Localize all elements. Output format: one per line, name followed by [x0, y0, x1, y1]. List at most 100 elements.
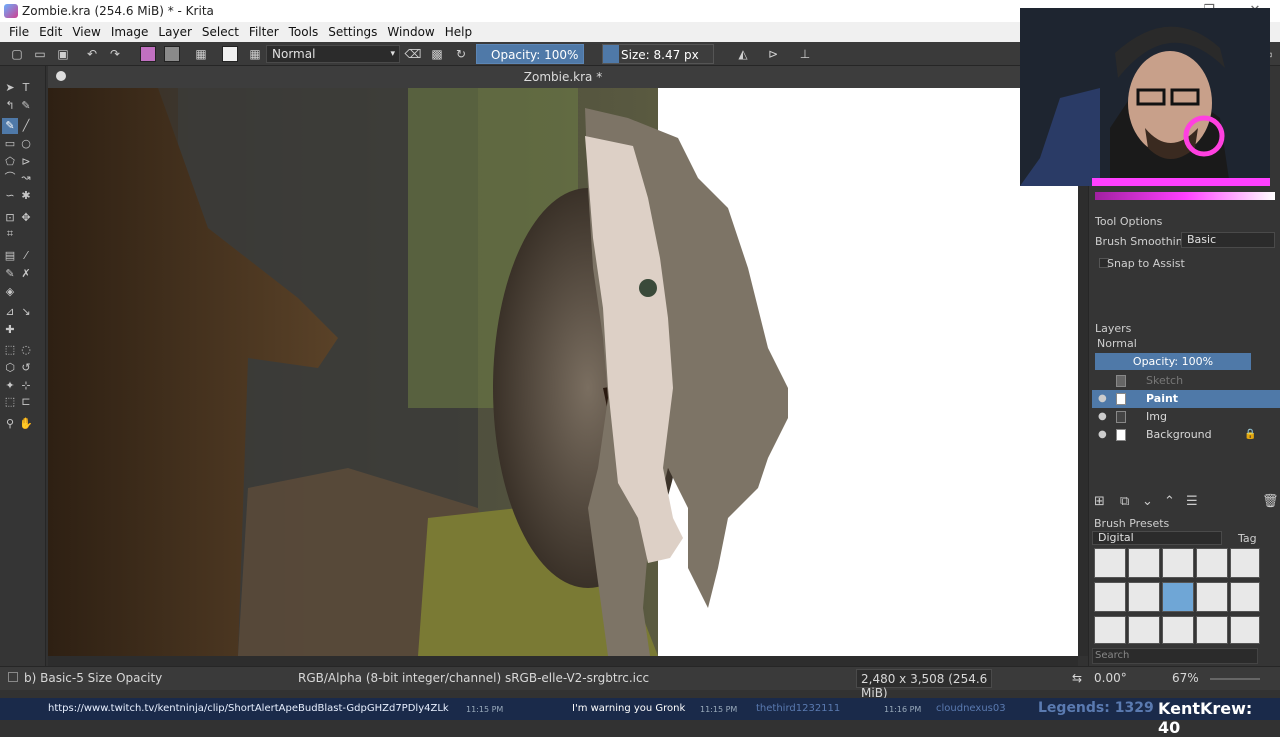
undo-icon[interactable]: ↶	[83, 45, 101, 63]
pattern-icon[interactable]: ▦	[192, 45, 210, 63]
layers-blend-mode[interactable]: Normal	[1097, 337, 1137, 350]
foreground-color-swatch[interactable]	[140, 46, 156, 62]
menu-image[interactable]: Image	[106, 25, 154, 39]
status-zoom[interactable]: 67%	[1172, 671, 1199, 685]
zoom-tool-icon[interactable]: ⚲	[2, 416, 18, 432]
polygonal-selection-icon[interactable]: ⬡	[2, 360, 18, 376]
brush-preset-tile[interactable]	[1094, 616, 1126, 644]
layers-opacity-slider[interactable]: Opacity: 100%	[1095, 353, 1251, 370]
brush-preset-tile[interactable]	[1230, 548, 1260, 578]
menu-tools[interactable]: Tools	[284, 25, 324, 39]
brush-preset-tile[interactable]	[1094, 548, 1126, 578]
fill-tool-icon[interactable]: ◈	[2, 284, 18, 300]
magnetic-selection-icon[interactable]: ⊏	[18, 394, 34, 410]
rectangular-selection-icon[interactable]: ⬚	[2, 342, 18, 358]
visibility-eye-icon[interactable]: ●	[1098, 412, 1108, 422]
gradient-tool-icon[interactable]: ▤	[2, 248, 18, 264]
zoom-slider[interactable]	[1210, 678, 1260, 680]
menu-window[interactable]: Window	[382, 25, 439, 39]
reference-images-tool-icon[interactable]: ✚	[2, 322, 18, 338]
color-selector-bar[interactable]	[1095, 192, 1275, 200]
layer-row-img[interactable]: ● Img	[1092, 408, 1280, 426]
menu-file[interactable]: File	[4, 25, 34, 39]
redo-icon[interactable]: ↷	[106, 45, 124, 63]
ellipse-tool-icon[interactable]: ○	[18, 136, 34, 152]
freehand-selection-icon[interactable]: ↺	[18, 360, 34, 376]
transform-tool-icon[interactable]: ⊡	[2, 210, 18, 226]
measure-tool-icon[interactable]: ↘	[18, 304, 34, 320]
menu-filter[interactable]: Filter	[244, 25, 284, 39]
new-document-icon[interactable]: ▢	[8, 45, 26, 63]
menu-view[interactable]: View	[67, 25, 105, 39]
eraser-icon[interactable]: ⌫	[404, 45, 422, 63]
color-picker-tool-icon[interactable]: ⁄	[18, 248, 34, 264]
open-folder-icon[interactable]: ▭	[31, 45, 49, 63]
menu-settings[interactable]: Settings	[323, 25, 382, 39]
layer-row-paint[interactable]: ● Paint	[1092, 390, 1280, 408]
brush-preset-icon[interactable]	[222, 46, 238, 62]
multibrush-tool-icon[interactable]: ✱	[18, 188, 34, 204]
move-layer-down-button[interactable]: ⌄	[1142, 494, 1153, 509]
contiguous-selection-icon[interactable]: ✦	[2, 378, 18, 394]
brush-preset-tile[interactable]	[1162, 616, 1194, 644]
brush-preset-tile-selected[interactable]	[1162, 582, 1194, 612]
presets-grid-icon[interactable]: ▦	[246, 45, 264, 63]
dynamic-brush-tool-icon[interactable]: ∽	[2, 188, 18, 204]
size-slider[interactable]: Size: 8.47 px	[602, 44, 714, 64]
text-tool-icon[interactable]: T	[18, 80, 34, 96]
move-layer-up-button[interactable]: ⌃	[1164, 494, 1175, 509]
brush-preset-tile[interactable]	[1196, 548, 1228, 578]
opacity-slider[interactable]: Opacity: 100%	[476, 44, 584, 64]
visibility-eye-icon[interactable]: ●	[1098, 430, 1108, 440]
background-color-swatch[interactable]	[164, 46, 180, 62]
lock-icon[interactable]: 🔒	[1244, 426, 1256, 444]
wrap-around-icon[interactable]: ⊥	[796, 45, 814, 63]
move-tool-icon[interactable]: ✥	[18, 210, 34, 226]
preset-tag-select[interactable]: Digital	[1092, 531, 1222, 545]
bezier-tool-icon[interactable]: ⌒	[2, 170, 18, 186]
edit-shape-tool-icon[interactable]: ↰	[2, 98, 18, 114]
canvas-options-icon[interactable]	[56, 71, 66, 81]
brush-preset-tile[interactable]	[1128, 582, 1160, 612]
polyline-tool-icon[interactable]: ⊳	[18, 154, 34, 170]
colorize-mask-tool-icon[interactable]: ✎	[2, 266, 18, 282]
reload-preset-icon[interactable]: ↻	[452, 45, 470, 63]
brush-smoothing-select[interactable]: Basic	[1181, 232, 1275, 248]
mirror-horizontal-icon[interactable]: ◭	[734, 45, 752, 63]
brush-preset-tile[interactable]	[1196, 582, 1228, 612]
menu-layer[interactable]: Layer	[153, 25, 196, 39]
crop-tool-icon[interactable]: ⌗	[2, 226, 18, 242]
mirror-vertical-icon[interactable]: ⊳	[764, 45, 782, 63]
calligraphy-tool-icon[interactable]: ✎	[18, 98, 34, 114]
status-brush[interactable]: b) Basic-5 Size Opacity	[24, 671, 162, 685]
menu-edit[interactable]: Edit	[34, 25, 67, 39]
polygon-tool-icon[interactable]: ⬠	[2, 154, 18, 170]
layer-row-sketch[interactable]: Sketch	[1092, 372, 1280, 390]
save-icon[interactable]: ▣	[54, 45, 72, 63]
duplicate-layer-button[interactable]: ⧉	[1120, 494, 1129, 509]
rectangle-tool-icon[interactable]: ▭	[2, 136, 18, 152]
freehand-path-tool-icon[interactable]: ↝	[18, 170, 34, 186]
rotate-canvas-icon[interactable]: ⇆	[1072, 671, 1082, 685]
add-layer-button[interactable]: ⊞	[1094, 494, 1105, 509]
menu-select[interactable]: Select	[197, 25, 244, 39]
preset-search-input[interactable]: Search	[1092, 648, 1258, 664]
delete-layer-icon[interactable]: 🗑	[1262, 494, 1279, 509]
brush-preset-tile[interactable]	[1230, 582, 1260, 612]
drawing-canvas[interactable]	[48, 88, 1078, 656]
brush-preset-tile[interactable]	[1162, 548, 1194, 578]
brush-preset-tile[interactable]	[1196, 616, 1228, 644]
bezier-selection-icon[interactable]: ⬚	[2, 394, 18, 410]
layer-properties-button[interactable]: ☰	[1186, 494, 1198, 509]
menu-help[interactable]: Help	[440, 25, 477, 39]
blend-mode-select[interactable]: Normal ▾	[266, 45, 400, 63]
brush-preset-tile[interactable]	[1230, 616, 1260, 644]
line-tool-icon[interactable]: ╱	[18, 118, 34, 134]
brush-preset-tile[interactable]	[1128, 616, 1160, 644]
assistant-tool-icon[interactable]: ⊿	[2, 304, 18, 320]
visibility-eye-icon[interactable]: ●	[1098, 394, 1108, 404]
horizontal-scrollbar[interactable]	[48, 656, 1078, 666]
pan-tool-icon[interactable]: ✋	[18, 416, 34, 432]
similar-selection-icon[interactable]: ⊹	[18, 378, 34, 394]
status-rotation[interactable]: 0.00°	[1094, 671, 1127, 685]
